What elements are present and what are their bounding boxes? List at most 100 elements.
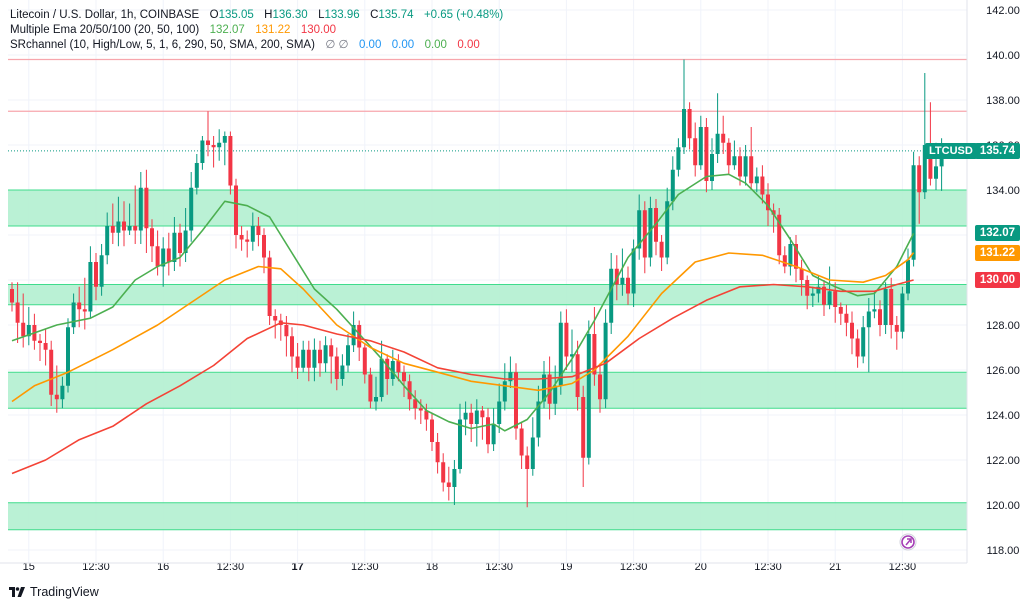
candle-body [934,166,938,179]
candle-body [430,419,434,442]
y-tick-label: 134.00 [986,185,1020,197]
price-tag-135.74: 135.74 [974,142,1020,159]
chart-legend: Litecoin / U.S. Dollar, 1h, COINBASE O13… [10,8,503,53]
candle-body [122,221,126,231]
sr-zone [8,372,967,409]
candle-body [659,241,664,258]
candle-body [626,277,630,294]
candle-body [43,343,48,350]
candle-body [911,165,916,260]
candle-body [463,412,468,420]
candle-body [54,394,59,400]
ema50-value: 131.22 [255,24,291,36]
candle-body [598,374,602,400]
candle-body [458,419,462,469]
candle-body [374,397,378,402]
candle-body [94,262,98,287]
candle-body [77,302,82,310]
candle-body [502,381,507,402]
candle-body [508,372,513,382]
sr-value-3: 0.00 [424,39,447,51]
candle-body [379,358,384,397]
ema-indicator-label: Multiple Ema 20/50/100 (20, 50, 100) [10,24,200,36]
candle-body [726,142,731,166]
y-tick-label: 126.00 [986,365,1020,377]
candle-body [883,289,888,325]
candle-body [553,385,558,404]
candle-body [894,325,899,332]
candle-body [49,349,54,395]
candle-body [710,154,714,181]
candle-body [446,482,451,487]
candle-body [827,291,832,305]
candle-body [586,334,591,458]
candle-body [861,327,866,357]
candle-body [82,309,87,312]
candle-body [838,307,843,314]
candle-body [866,311,871,328]
candle-body [530,437,535,469]
y-tick-label: 122.00 [986,455,1020,467]
symbol-tag: LTCUSD [925,142,977,159]
candle-body [469,412,474,424]
candle-body [200,140,205,163]
y-tick-label: 142.00 [986,5,1020,17]
candle-body [782,255,787,267]
candle-body [71,302,76,328]
candle-body [474,410,479,424]
candle-body [670,169,675,202]
candle-body [273,316,278,321]
candle-body [749,156,754,184]
candle-body [497,401,502,424]
candle-body [60,385,65,400]
candle-body [721,133,726,143]
candle-body [900,293,905,332]
candle-body [38,340,42,343]
candle-body [318,349,322,364]
y-tick-label: 140.00 [986,50,1020,62]
candle-body [704,127,709,181]
candle-body [329,345,334,357]
low-value: 133.96 [324,9,360,21]
candle-body [844,313,849,323]
candle-body [525,455,530,469]
candle-body [631,248,636,294]
candle-body [155,246,160,267]
candle-body [480,410,485,418]
legend-title: Litecoin / U.S. Dollar, 1h, COINBASE [10,9,200,21]
candle-body [239,235,244,240]
candle-body [21,322,26,337]
sr-value-2: 0.00 [391,39,415,51]
candle-body [878,309,882,325]
candle-body [194,163,199,188]
candle-body [306,349,311,368]
price-chart[interactable]: 142.00140.00138.00136.00134.00132.00130.… [0,0,1024,609]
legend-sr-row: SRchannel (10, High/Low, 5, 1, 6, 290, 5… [10,38,503,53]
change-value: +0.65 (+0.48%) [423,9,504,21]
candle-body [110,226,115,233]
candle-body [166,248,171,262]
candle-body [222,136,227,143]
candle-body [250,226,255,242]
tradingview-label: TradingView [30,585,99,599]
candle-body [486,417,490,445]
refresh-icon[interactable] [899,533,917,551]
candle-body [295,356,300,368]
candle-body [66,327,70,386]
candle-body [217,142,222,148]
tradingview-branding[interactable]: TradingView [9,585,99,599]
candle-body [799,268,804,280]
candle-body [228,136,233,186]
candle-body [144,187,149,229]
candle-body [855,338,860,357]
candle-body [452,469,457,487]
candle-body [609,268,614,323]
candle-body [234,185,238,235]
candle-body [491,424,496,445]
close-value: 135.74 [378,9,414,21]
sr-zone [8,502,967,530]
candle-body [206,140,210,145]
candlesticks [10,59,944,508]
y-tick-label: 124.00 [986,410,1020,422]
candle-body [15,302,20,323]
